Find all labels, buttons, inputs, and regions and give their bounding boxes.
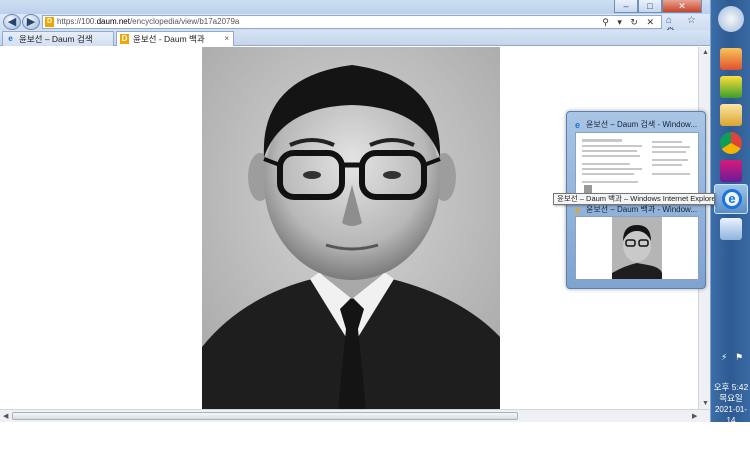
daum-icon: e <box>575 205 581 215</box>
url-prefix: https://100. <box>57 17 97 26</box>
close-button[interactable]: ✕ <box>662 0 702 13</box>
daum-favicon: D <box>45 17 54 27</box>
thumbnail-search-page[interactable] <box>575 132 699 194</box>
thumbnail-title[interactable]: e 윤보선 – Daum 검색 - Window... <box>575 120 699 130</box>
paint-brush-icon[interactable] <box>720 218 742 240</box>
daum-tab-icon: D <box>120 34 129 44</box>
portrait-photo <box>202 47 500 409</box>
maximize-button[interactable]: □ <box>638 0 662 13</box>
address-bar-icons[interactable]: ⚲ ▾ ↻ ✕ <box>602 16 657 28</box>
internet-explorer-icon: e <box>722 189 742 209</box>
clock-day: 목요일 <box>719 393 743 403</box>
sunflower-icon[interactable] <box>720 76 742 98</box>
url-path: /encyclopedia/view/b17a2079a <box>129 17 240 26</box>
scroll-down-icon[interactable]: ▼ <box>702 400 709 407</box>
taskbar: e ⚡ ⚑ 오후 5:42 목요일 2021-01-14 <box>710 0 750 425</box>
navigation-bar: ◀ ▶ D https://100.daum.net/encyclopedia/… <box>0 14 710 37</box>
paint-icon[interactable] <box>720 48 742 70</box>
horizontal-scrollbar[interactable]: ◀ ▶ <box>0 409 710 422</box>
thumbnail-title[interactable]: e 윤보선 – Daum 백과 - Window... <box>575 205 699 215</box>
thumbnail-encyclopedia-page[interactable] <box>575 216 699 280</box>
chrome-icon[interactable] <box>720 132 742 154</box>
ie-tab-icon: e <box>8 34 13 43</box>
tab-bar: e 윤보선 – Daum 검색 D 윤보선 - Daum 백과 × <box>0 30 710 46</box>
clock-time: 오후 5:42 <box>713 382 749 392</box>
back-arrow-icon[interactable]: ◀ <box>3 14 21 30</box>
ie-icon: e <box>575 120 581 130</box>
url-domain: daum.net <box>96 17 130 26</box>
tab-close-icon[interactable]: × <box>224 32 229 46</box>
clock[interactable]: 오후 5:42 목요일 2021-01-14 <box>711 382 750 426</box>
title-bar: – □ ✕ <box>0 0 710 14</box>
tab-label: 윤보선 – Daum 검색 <box>19 34 93 44</box>
horizontal-scroll-thumb[interactable] <box>12 412 518 420</box>
start-orb-icon[interactable] <box>718 6 744 32</box>
network-icon[interactable]: ⚡ <box>721 352 727 363</box>
forward-arrow-icon[interactable]: ▶ <box>22 14 40 30</box>
desktop-blank-area <box>0 422 750 472</box>
flag-icon[interactable]: ⚑ <box>735 352 743 363</box>
app-icon[interactable] <box>720 160 742 182</box>
address-bar[interactable]: D https://100.daum.net/encyclopedia/view… <box>42 15 662 29</box>
minimize-button[interactable]: – <box>614 0 638 13</box>
tooltip: 윤보선 – Daum 백과 – Windows Internet Explore… <box>553 193 715 205</box>
scroll-right-icon[interactable]: ▶ <box>692 412 697 420</box>
scroll-up-icon[interactable]: ▲ <box>702 49 709 56</box>
tab-daum-search[interactable]: e 윤보선 – Daum 검색 <box>2 31 114 46</box>
scroll-left-icon[interactable]: ◀ <box>3 412 8 420</box>
window-controls: – □ ✕ <box>614 0 702 13</box>
file-explorer-icon[interactable] <box>720 104 742 126</box>
tab-daum-encyclopedia[interactable]: D 윤보선 - Daum 백과 × <box>116 31 234 46</box>
internet-explorer-taskbar-button[interactable]: e <box>714 184 748 214</box>
tab-label: 윤보선 - Daum 백과 <box>133 34 205 44</box>
